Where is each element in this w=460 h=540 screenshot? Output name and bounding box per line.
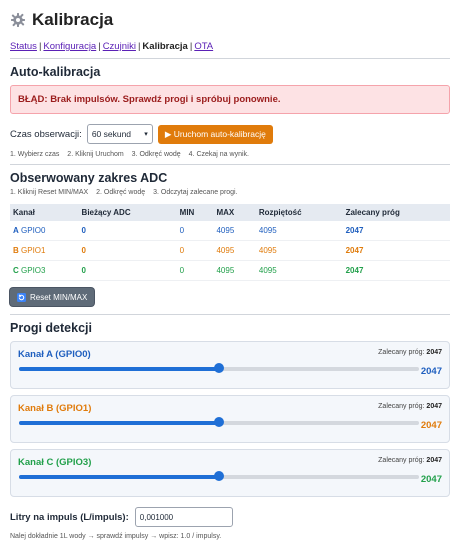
auto-steps: 1. Wybierz czas 2. Kliknij Uruchom 3. Od… — [10, 151, 450, 158]
range-value: 4095 — [255, 240, 343, 261]
gear-icon — [11, 13, 25, 27]
max-value: 4095 — [213, 260, 256, 281]
nav-kalibracja[interactable]: Kalibracja — [142, 41, 187, 52]
col-range: Rozpiętość — [255, 204, 343, 221]
observation-row: Czas obserwacji: 60 sekund ▾ ▶ Uruchom a… — [10, 124, 450, 144]
range-value: 4095 — [255, 221, 343, 241]
table-row: C GPIO3 0 0 4095 4095 2047 — [10, 260, 450, 281]
error-alert: BŁĄD: Brak impulsów. Sprawdź progi i spr… — [10, 85, 450, 114]
observation-time-select[interactable]: 60 sekund ▾ — [86, 124, 153, 144]
threshold-card-a: Kanał A (GPIO0) Zalecany próg: 2047 2047 — [10, 341, 450, 389]
liters-note: Nalej dokładnie 1L wody → sprawdź impuls… — [10, 533, 222, 540]
step-3: 3. Odkręć wodę — [131, 151, 181, 158]
threshold-recommended: Zalecany próg: 2047 — [378, 349, 442, 356]
nav-konfiguracja[interactable]: Konfiguracja — [43, 41, 96, 52]
adc-step-2: 2. Odkręć wodę — [96, 189, 146, 196]
divider — [10, 164, 450, 165]
threshold-recommended: Zalecany próg: 2047 — [378, 457, 442, 464]
nav-ota[interactable]: OTA — [194, 41, 213, 52]
range-value: 4095 — [255, 260, 343, 281]
reset-minmax-label: Reset MIN/MAX — [30, 292, 88, 302]
thresholds-heading: Progi detekcji — [10, 321, 92, 335]
nav-czujniki[interactable]: Czujniki — [103, 41, 136, 52]
nav-status[interactable]: Status — [10, 41, 37, 52]
max-value: 4095 — [213, 221, 256, 241]
reset-minmax-button[interactable]: Reset MIN/MAX — [10, 288, 95, 306]
step-1: 1. Wybierz czas — [10, 151, 60, 158]
channel-letter: A — [13, 226, 19, 235]
auto-calibration-heading: Auto-kalibracja — [10, 65, 101, 79]
threshold-slider[interactable] — [19, 471, 419, 481]
channel-letter: B — [13, 246, 19, 255]
observation-time-value: 60 sekund — [91, 129, 132, 139]
threshold-recommended: Zalecany próg: 2047 — [378, 403, 442, 410]
threshold-value: 2047 — [420, 366, 442, 377]
liters-label: Litry na impuls (L/impuls): — [10, 511, 129, 523]
col-recommended: Zalecany próg — [342, 204, 450, 221]
col-kanal: Kanał — [10, 204, 79, 221]
liters-row: Litry na impuls (L/impuls): 0,001000 — [10, 507, 450, 527]
col-max: MAX — [213, 204, 256, 221]
min-value: 0 — [176, 221, 214, 241]
top-nav: Status | Konfiguracja | Czujniki | Kalibracja |… — [10, 41, 214, 52]
threshold-card-b: Kanał B (GPIO1) Zalecany próg: 2047 2047 — [10, 395, 450, 443]
table-row: B GPIO1 0 0 4095 4095 2047 — [10, 240, 450, 261]
channel-cell: B GPIO1 — [10, 240, 79, 261]
threshold-card-c: Kanał C (GPIO3) Zalecany próg: 2047 2047 — [10, 449, 450, 497]
channel-cell: A GPIO0 — [10, 221, 79, 241]
adc-heading: Obserwowany zakres ADC — [10, 171, 168, 185]
channel-gpio: GPIO1 — [21, 246, 46, 255]
table-row: A GPIO0 0 0 4095 4095 2047 — [10, 221, 450, 241]
col-current: Bieżący ADC — [78, 204, 177, 221]
max-value: 4095 — [213, 240, 256, 261]
current-adc: 0 — [78, 260, 177, 281]
header: Kalibracja — [10, 8, 450, 32]
channel-cell: C GPIO3 — [10, 260, 79, 281]
min-value: 0 — [176, 240, 214, 261]
page: Kalibracja Status | Konfiguracja | Czujniki |… — [0, 0, 460, 540]
channel-letter: C — [13, 266, 19, 275]
step-4: 4. Czekaj na wynik. — [188, 151, 249, 158]
current-adc: 0 — [78, 240, 177, 261]
observation-time-label: Czas obserwacji: — [10, 128, 82, 140]
page-title: Kalibracja — [32, 10, 114, 29]
adc-steps: 1. Kliknij Reset MIN/MAX 2. Odkręć wodę … — [10, 189, 450, 196]
table-header-row: Kanał Bieżący ADC MIN MAX Rozpiętość Zal… — [10, 204, 450, 221]
divider — [10, 58, 450, 59]
adc-step-3: 3. Odczytaj zalecane progi. — [153, 189, 238, 196]
step-2: 2. Kliknij Uruchom — [67, 151, 124, 158]
recommended-value: 2047 — [342, 260, 450, 281]
current-adc: 0 — [78, 221, 177, 241]
threshold-slider[interactable] — [19, 417, 419, 427]
adc-table: Kanał Bieżący ADC MIN MAX Rozpiętość Zal… — [10, 204, 450, 281]
threshold-value: 2047 — [420, 474, 442, 485]
start-auto-calibration-button[interactable]: ▶ Uruchom auto-kalibrację — [157, 124, 273, 144]
adc-step-1: 1. Kliknij Reset MIN/MAX — [10, 189, 89, 196]
recommended-value: 2047 — [342, 221, 450, 241]
divider — [10, 314, 450, 315]
threshold-slider[interactable] — [19, 363, 419, 373]
recommended-value: 2047 — [342, 240, 450, 261]
min-value: 0 — [176, 260, 214, 281]
col-min: MIN — [176, 204, 214, 221]
chevron-down-icon: ▾ — [144, 131, 148, 138]
threshold-value: 2047 — [420, 420, 442, 431]
channel-gpio: GPIO3 — [21, 266, 46, 275]
liters-input[interactable]: 0,001000 — [134, 507, 233, 527]
refresh-icon — [17, 292, 26, 302]
channel-gpio: GPIO0 — [21, 226, 46, 235]
